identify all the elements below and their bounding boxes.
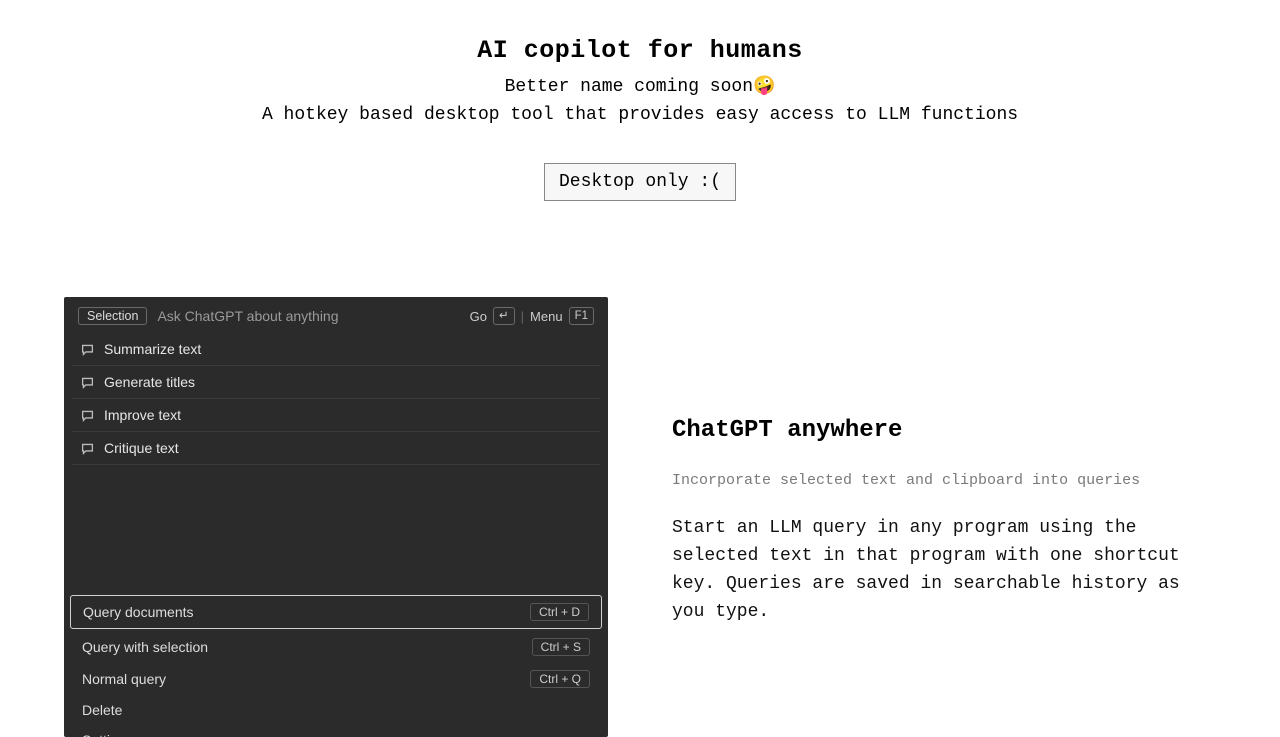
chat-icon	[80, 441, 94, 455]
command-list: Summarize text Generate titles Improve t…	[64, 331, 608, 465]
search-input[interactable]: Ask ChatGPT about anything	[157, 308, 459, 324]
page-title: AI copilot for humans	[0, 36, 1280, 65]
menu-item-query-selection[interactable]: Query with selection Ctrl + S	[70, 631, 602, 663]
shortcut-badge: Ctrl + Q	[530, 670, 590, 688]
command-label: Generate titles	[104, 374, 195, 390]
command-item[interactable]: Improve text	[72, 399, 600, 432]
chat-icon	[80, 375, 94, 389]
feature-body: Start an LLM query in any program using …	[672, 515, 1212, 627]
shortcut-badge: Ctrl + D	[530, 603, 589, 621]
separator: |	[521, 309, 524, 324]
menu-label: Menu	[530, 309, 563, 324]
command-label: Summarize text	[104, 341, 201, 357]
feature-lead: Incorporate selected text and clipboard …	[672, 472, 1216, 489]
enter-key-icon: ↵	[493, 307, 515, 325]
feature-heading: ChatGPT anywhere	[672, 417, 1216, 444]
feature-copy: ChatGPT anywhere Incorporate selected te…	[672, 407, 1216, 627]
app-screenshot: Selection Ask ChatGPT about anything Go …	[64, 297, 608, 737]
command-item[interactable]: Summarize text	[72, 333, 600, 366]
menu-item-label: Normal query	[82, 671, 166, 687]
menu-item-normal-query[interactable]: Normal query Ctrl + Q	[70, 663, 602, 695]
command-label: Improve text	[104, 407, 181, 423]
f1-key-icon: F1	[569, 307, 594, 325]
command-item[interactable]: Critique text	[72, 432, 600, 465]
menu-item-label: Delete	[82, 702, 122, 718]
selection-chip[interactable]: Selection	[78, 307, 147, 325]
chat-icon	[80, 342, 94, 356]
go-label: Go	[470, 309, 487, 324]
command-item[interactable]: Generate titles	[72, 366, 600, 399]
hero-subtitle: Better name coming soon🤪	[0, 75, 1280, 97]
menu-item-delete[interactable]: Delete	[70, 695, 602, 725]
cta-button[interactable]: Desktop only :(	[544, 163, 736, 201]
chat-icon	[80, 408, 94, 422]
shortcut-badge: Ctrl + S	[532, 638, 590, 656]
command-label: Critique text	[104, 440, 179, 456]
app-topbar: Selection Ask ChatGPT about anything Go …	[64, 297, 608, 331]
hero-description: A hotkey based desktop tool that provide…	[0, 105, 1280, 125]
menu-item-label: Query documents	[83, 604, 194, 620]
menu-item-label: Query with selection	[82, 639, 208, 655]
hero: AI copilot for humans Better name coming…	[0, 0, 1280, 201]
menu-item-query-documents[interactable]: Query documents Ctrl + D	[70, 595, 602, 629]
context-menu: Query documents Ctrl + D Query with sele…	[70, 595, 602, 737]
menu-item-label: Settings	[82, 732, 133, 737]
feature-section: Selection Ask ChatGPT about anything Go …	[0, 297, 1280, 737]
menu-item-settings[interactable]: Settings	[70, 725, 602, 737]
